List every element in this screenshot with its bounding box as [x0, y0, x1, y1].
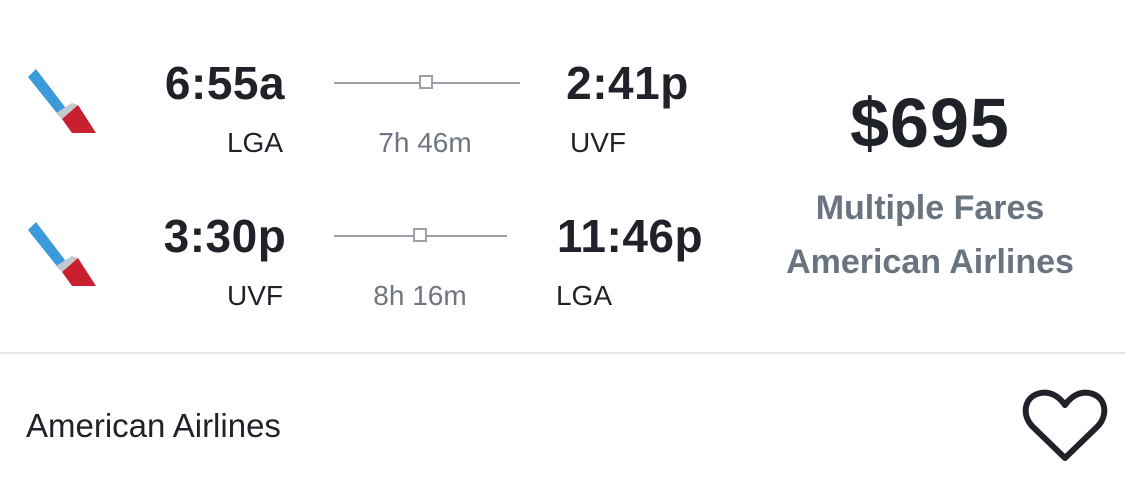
- departure-airport: LGA: [226, 127, 284, 158]
- price: $695: [850, 84, 1010, 162]
- arrival-airport: LGA: [555, 280, 613, 311]
- american-airlines-logo-icon: [28, 69, 96, 133]
- heart-outline-icon[interactable]: [1022, 388, 1108, 464]
- stop-marker-icon: [413, 228, 427, 242]
- price-airline-name: American Airlines: [786, 243, 1074, 281]
- flight-duration: 7h 46m: [378, 127, 472, 158]
- flight-duration: 8h 16m: [373, 280, 467, 311]
- american-airlines-logo-icon: [28, 222, 96, 286]
- departure-time: 3:30p: [163, 210, 287, 262]
- inbound-leg: 3:30p 11:46p UVF 8h 16m LGA: [0, 208, 740, 328]
- outbound-leg: 6:55a 2:41p LGA 7h 46m UVF: [0, 55, 740, 175]
- fare-type: Multiple Fares: [815, 189, 1045, 227]
- stop-marker-icon: [419, 75, 433, 89]
- footer-airline-name: American Airlines: [26, 407, 281, 444]
- departure-airport: UVF: [227, 280, 283, 311]
- divider: [0, 352, 1125, 354]
- price-block[interactable]: $695 Multiple Fares American Airlines: [745, 85, 1115, 289]
- flight-result-card[interactable]: 6:55a 2:41p LGA 7h 46m UVF 3:30p 11:46p …: [0, 0, 1125, 481]
- departure-time: 6:55a: [164, 57, 286, 109]
- arrival-airport: UVF: [570, 127, 626, 158]
- arrival-time: 2:41p: [566, 57, 689, 109]
- arrival-time: 11:46p: [556, 210, 704, 262]
